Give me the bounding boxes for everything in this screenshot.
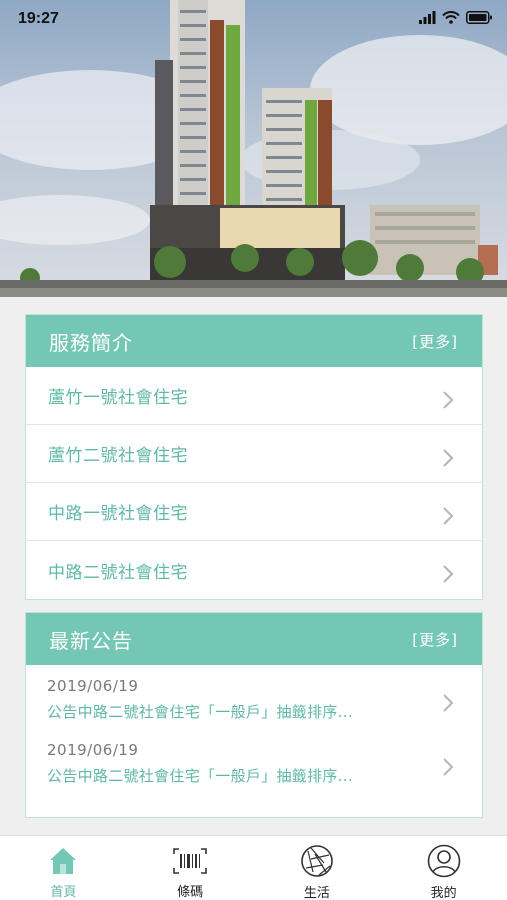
tab-label: 首頁 — [50, 885, 77, 900]
service-item-label: 蘆竹二號社會住宅 — [48, 446, 188, 466]
news-item[interactable]: 2019/06/19 公告中路二號社會住宅「一般戶」抽籤排序... — [26, 665, 482, 729]
cellular-signal-icon — [419, 11, 436, 24]
news-headline: 公告中路二號社會住宅「一般戶」抽籤排序... — [47, 703, 353, 721]
news-title: 最新公告 — [49, 628, 133, 653]
news-date: 2019/06/19 — [47, 741, 139, 759]
news-panel: 最新公告 [更多] 2019/06/19 公告中路二號社會住宅「一般戶」抽籤排序… — [25, 612, 483, 818]
user-icon — [426, 844, 462, 878]
status-time: 19:27 — [18, 10, 59, 27]
news-date: 2019/06/19 — [47, 677, 139, 695]
services-title: 服務簡介 — [49, 330, 133, 355]
chevron-right-icon — [443, 565, 454, 583]
chevron-right-icon — [443, 390, 454, 409]
service-item-label: 中路二號社會住宅 — [48, 562, 188, 583]
service-item-zhonglu-2[interactable]: 中路二號社會住宅 — [26, 541, 482, 599]
tab-label: 條碼 — [177, 885, 204, 900]
aperture-icon — [299, 844, 335, 878]
news-headline: 公告中路二號社會住宅「一般戶」抽籤排序... — [47, 767, 353, 785]
status-icons — [419, 11, 493, 24]
hero-building-image — [0, 0, 507, 297]
services-panel: 服務簡介 [更多] 蘆竹一號社會住宅 蘆竹二號社會住宅 中路一號社會住宅 中路二… — [25, 314, 483, 600]
tab-barcode[interactable]: 條碼 — [127, 836, 254, 900]
news-item[interactable]: 2019/06/19 公告中路二號社會住宅「一般戶」抽籤排序... — [26, 729, 482, 793]
service-item-luzhu-1[interactable]: 蘆竹一號社會住宅 — [26, 367, 482, 425]
tab-label: 我的 — [430, 886, 457, 900]
tab-home[interactable]: 首頁 — [0, 836, 127, 900]
barcode-icon — [172, 844, 208, 877]
battery-icon — [466, 11, 492, 24]
services-header: 服務簡介 [更多] — [26, 315, 482, 367]
chevron-right-icon — [443, 506, 454, 525]
wifi-icon — [442, 11, 460, 24]
news-header: 最新公告 [更多] — [26, 613, 482, 665]
tab-label: 生活 — [303, 886, 330, 900]
service-item-zhonglu-1[interactable]: 中路一號社會住宅 — [26, 483, 482, 541]
app-screen: 19:27 服務簡介 [更多] 蘆竹一號社會住宅 蘆竹二號社會住宅 中路一號社會… — [0, 0, 507, 900]
tab-life[interactable]: 生活 — [254, 836, 381, 900]
service-item-luzhu-2[interactable]: 蘆竹二號社會住宅 — [26, 425, 482, 483]
news-more-link[interactable]: [更多] — [412, 629, 458, 650]
chevron-right-icon — [443, 448, 454, 467]
status-bar: 19:27 — [0, 0, 507, 40]
services-more-link[interactable]: [更多] — [412, 331, 458, 352]
service-item-label: 蘆竹一號社會住宅 — [48, 388, 188, 408]
service-item-label: 中路一號社會住宅 — [48, 504, 188, 524]
home-icon — [45, 844, 81, 877]
bottom-tab-bar: 首頁 條碼 生活 我的 — [0, 835, 507, 900]
tab-mine[interactable]: 我的 — [380, 836, 507, 900]
chevron-right-icon — [443, 758, 454, 776]
chevron-right-icon — [443, 694, 454, 712]
